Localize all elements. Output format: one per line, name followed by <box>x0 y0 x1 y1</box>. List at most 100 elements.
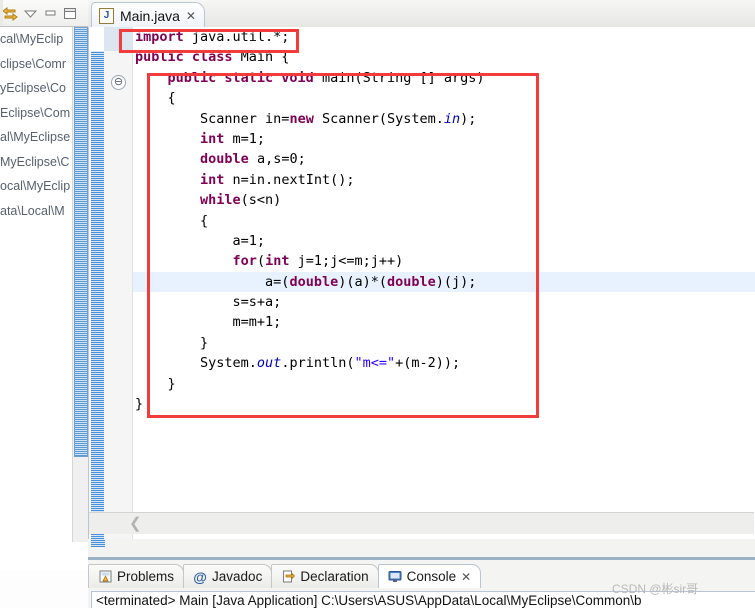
close-icon[interactable]: ✕ <box>186 9 196 23</box>
view-menu-chevron-icon[interactable] <box>20 2 40 24</box>
tab-label: Console <box>406 569 457 584</box>
code-line: Scanner in=new Scanner(System.in); <box>133 109 755 129</box>
code-line: System.out.println("m<="+(m-2)); <box>133 353 755 373</box>
link-with-editor-icon[interactable] <box>0 2 20 24</box>
code-token: public static void <box>167 69 322 86</box>
code-token: n=in.nextInt(); <box>232 171 355 188</box>
editor-text-viewport[interactable]: ⊖ import java.util.*; public class Main {… <box>88 27 755 547</box>
annotation-marks <box>91 51 105 547</box>
list-item[interactable]: cal\MyEclip <box>0 27 72 52</box>
code-token: "m<=" <box>354 355 396 372</box>
code-token: in <box>443 110 461 127</box>
code-token: Scanner in= <box>135 110 290 127</box>
eclipse-ide-window: cal\MyEclip clipse\Comr yEclipse\Co Ecli… <box>0 0 755 608</box>
left-panel-scrollbar-thumb[interactable] <box>74 27 88 457</box>
code-token: import <box>135 29 192 45</box>
left-panel-toolbar <box>0 0 88 27</box>
tab-problems[interactable]: Problems <box>88 564 185 588</box>
left-panel-footer <box>0 542 88 570</box>
code-token: double <box>289 273 339 290</box>
maximize-icon[interactable] <box>60 2 80 24</box>
tab-javadoc[interactable]: @ Javadoc <box>183 564 273 588</box>
list-item[interactable]: MyEclipse\C <box>0 150 72 175</box>
code-line: s=s+a; <box>133 292 755 312</box>
code-token: { <box>135 212 209 229</box>
code-token: a,s=0; <box>256 151 306 168</box>
list-item[interactable]: Eclipse\Com <box>0 101 72 126</box>
tab-label: Problems <box>117 569 175 584</box>
code-line: int m=1; <box>133 129 755 149</box>
code-line: m=m+1; <box>133 312 755 332</box>
code-token: int <box>200 130 233 147</box>
code-token: )(j); <box>435 273 477 290</box>
declaration-icon <box>281 570 295 584</box>
code-token: System. <box>135 355 257 372</box>
code-token: } <box>135 375 176 392</box>
code-token: (s<n) <box>240 192 282 209</box>
code-token: m=1; <box>232 130 266 147</box>
code-line: int n=in.nextInt(); <box>133 170 755 190</box>
code-token: ( <box>256 253 266 270</box>
editor-gutter[interactable] <box>104 27 133 539</box>
code-token: while <box>200 192 241 209</box>
code-token: ); <box>460 110 477 127</box>
code-text[interactable]: import java.util.*; public class Main { p… <box>133 27 755 539</box>
gutter-header <box>104 27 132 51</box>
fold-collapse-icon[interactable]: ⊖ <box>111 75 126 90</box>
code-token: new <box>289 110 322 127</box>
code-line: import java.util.*; <box>133 27 755 47</box>
watermark: CSDN @彬sir哥 <box>612 582 699 596</box>
editor-tabbar: J Main.java ✕ <box>88 0 755 28</box>
code-token: j=1;j<=m;j++) <box>297 253 404 270</box>
editor-area: J Main.java ✕ ⊖ import java.util.*; publi… <box>88 0 755 560</box>
code-token: m=m+1; <box>135 314 282 331</box>
tab-declaration[interactable]: Declaration <box>271 564 379 588</box>
code-token: } <box>135 334 209 351</box>
code-line: a=(double)(a)*(double)(j); <box>133 272 755 292</box>
code-token: )(a)*( <box>338 273 387 290</box>
code-token: } <box>135 396 144 413</box>
code-token: double <box>200 151 257 168</box>
code-token: public class <box>135 49 241 66</box>
code-line: while(s<n) <box>133 190 755 210</box>
list-item[interactable]: clipse\Comr <box>0 52 72 77</box>
bottom-tabs: Problems @ Javadoc Declaration Console ✕ <box>88 564 482 588</box>
tab-console[interactable]: Console ✕ <box>377 564 482 588</box>
code-line: public class Main { <box>133 47 755 67</box>
code-token: { <box>135 90 176 107</box>
code-token: .println( <box>281 355 355 372</box>
list-item[interactable]: ocal\MyEclip <box>0 174 72 199</box>
editor-horizontal-scrollbar[interactable]: ❮ <box>89 512 754 534</box>
list-item[interactable]: al\MyEclipse <box>0 125 72 150</box>
list-item[interactable]: ata\Local\M <box>0 199 72 224</box>
left-panel-path-list[interactable]: cal\MyEclip clipse\Comr yEclipse\Co Ecli… <box>0 27 72 542</box>
code-token: Scanner(System. <box>321 110 444 127</box>
code-line: { <box>133 88 755 108</box>
code-line: } <box>133 333 755 353</box>
annotation-ruler[interactable] <box>90 27 105 547</box>
console-icon <box>388 570 402 584</box>
close-icon[interactable]: ✕ <box>461 570 471 584</box>
code-line: public static void main(String [] args) <box>133 68 755 88</box>
code-line: a=1; <box>133 231 755 251</box>
tab-main-java[interactable]: J Main.java ✕ <box>91 2 205 28</box>
code-token: a=1; <box>135 232 266 249</box>
code-token: +(m-2)); <box>395 355 461 372</box>
scroll-left-arrow-icon[interactable]: ❮ <box>129 516 142 531</box>
code-token: s=s+a; <box>135 294 282 311</box>
code-line: } <box>133 374 755 394</box>
code-token: for <box>232 253 257 270</box>
javadoc-at-icon: @ <box>193 568 207 585</box>
list-item[interactable]: yEclipse\Co <box>0 76 72 101</box>
code-token: a=( <box>135 273 290 290</box>
code-token: main(String [] args) <box>321 69 485 86</box>
code-token: double <box>387 273 436 290</box>
code-line: for(int j=1;j<=m;j++) <box>133 251 755 271</box>
annotation-ruler-top <box>91 27 105 51</box>
minimize-icon[interactable] <box>40 2 60 24</box>
tab-label: Main.java <box>120 7 180 24</box>
java-file-icon: J <box>99 7 114 24</box>
